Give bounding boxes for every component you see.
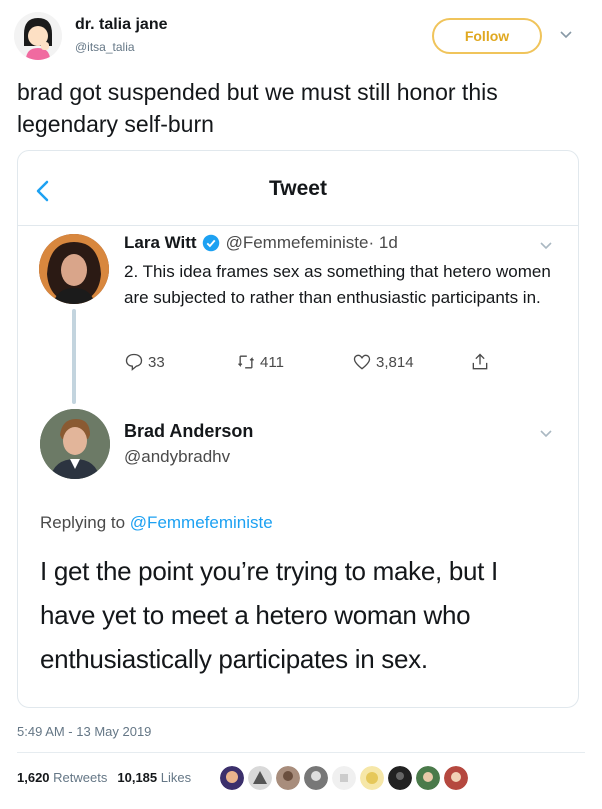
liker-avatar[interactable] [332, 766, 356, 790]
thread-line [72, 309, 76, 404]
liker-avatar[interactable] [388, 766, 412, 790]
liker-avatar[interactable] [304, 766, 328, 790]
follow-button[interactable]: Follow [432, 18, 542, 54]
embedded-tweet-card: Tweet Lara Witt @Femmefeministe · 1d 2. … [17, 150, 579, 708]
reply-count: 33 [148, 353, 165, 371]
retweets-stat[interactable]: 1,620 Retweets [17, 770, 107, 785]
replying-to: Replying to @Femmefeministe [40, 513, 273, 533]
author-avatar[interactable] [14, 12, 62, 60]
retweet-action[interactable]: 411 [236, 352, 284, 372]
divider [17, 752, 585, 753]
author-name[interactable]: dr. talia jane [75, 16, 167, 34]
brad-name[interactable]: Brad Anderson [124, 421, 253, 442]
lara-tweet-text: 2. This idea frames sex as something tha… [124, 262, 551, 307]
lara-handle[interactable]: @Femmefeministe [226, 233, 369, 253]
replying-to-link[interactable]: @Femmefeministe [130, 513, 273, 532]
liker-avatar[interactable] [360, 766, 384, 790]
tweet-text: brad got suspended but we must still hon… [17, 79, 498, 137]
liker-avatar[interactable] [248, 766, 272, 790]
timestamp[interactable]: 5:49 AM - 13 May 2019 [17, 724, 151, 739]
likes-count: 10,185 [117, 770, 158, 785]
author-handle[interactable]: @itsa_talia [75, 40, 135, 54]
brad-avatar[interactable] [40, 409, 110, 479]
like-action[interactable]: 3,814 [352, 352, 414, 372]
liker-avatar[interactable] [220, 766, 244, 790]
lara-name[interactable]: Lara Witt [124, 233, 197, 253]
verified-badge-icon [202, 234, 219, 252]
chevron-down-icon[interactable] [538, 237, 554, 253]
reply-action[interactable]: 33 [124, 352, 165, 372]
share-action[interactable] [470, 352, 494, 372]
retweet-icon [238, 355, 254, 369]
chevron-down-icon[interactable] [558, 26, 574, 42]
lara-time: · 1d [368, 233, 398, 252]
heart-icon [353, 354, 371, 370]
retweet-count: 411 [260, 353, 284, 371]
lara-avatar[interactable] [39, 234, 109, 304]
tweet-actions: 33 411 3,814 [124, 352, 504, 376]
likes-stat[interactable]: 10,185 Likes [117, 770, 191, 785]
brad-handle[interactable]: @andybradhv [124, 447, 230, 467]
lara-header: Lara Witt @Femmefeministe · 1d [124, 233, 398, 253]
card-title: Tweet [269, 177, 327, 200]
retweets-count: 1,620 [17, 770, 50, 785]
reply-icon [125, 353, 143, 371]
liker-avatar[interactable] [444, 766, 468, 790]
share-icon [472, 353, 488, 370]
retweets-label: Retweets [53, 770, 108, 785]
likes-label: Likes [160, 770, 192, 785]
liker-avatar[interactable] [276, 766, 300, 790]
chevron-down-icon[interactable] [538, 425, 554, 441]
brad-reply-text: I get the point you’re trying to make, b… [40, 556, 498, 674]
tweet-stats: 1,620 Retweets 10,185 Likes [17, 770, 191, 785]
like-count: 3,814 [376, 353, 414, 371]
liker-avatar[interactable] [416, 766, 440, 790]
replying-prefix: Replying to [40, 513, 126, 532]
liker-avatars [220, 766, 468, 790]
